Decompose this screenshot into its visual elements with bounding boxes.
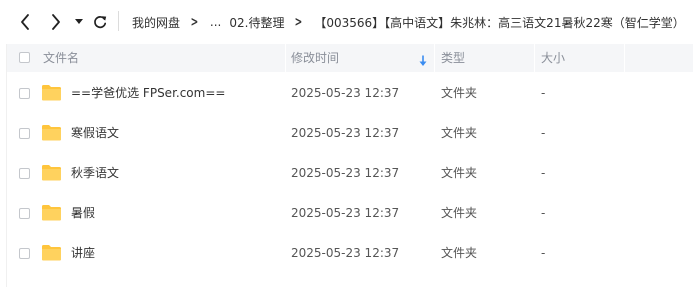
folder-icon (42, 245, 61, 261)
breadcrumb-separator: > (190, 14, 199, 30)
back-button[interactable] (14, 8, 36, 36)
table-row[interactable]: 秋季语文 2025-05-23 12:37 文件夹 - (6, 153, 693, 193)
row-checkbox[interactable] (19, 128, 30, 139)
modified-time: 2025-05-23 12:37 (291, 126, 400, 140)
breadcrumb-item-ellipsis[interactable]: ... (210, 15, 221, 29)
header-modified[interactable]: 修改时间 (291, 44, 339, 72)
column-divider[interactable] (285, 44, 286, 72)
row-checkbox[interactable] (19, 208, 30, 219)
folder-icon (42, 85, 61, 101)
file-type: 文件夹 (441, 206, 478, 220)
breadcrumb: 我的网盘 > ... 02.待整理 > 【003566】【高中语文】朱兆林：高三… (132, 9, 693, 35)
refresh-icon (94, 16, 107, 29)
file-name[interactable]: 讲座 (71, 233, 95, 273)
header-name[interactable]: 文件名 (43, 44, 79, 72)
breadcrumb-item-root[interactable]: 我的网盘 (132, 14, 180, 31)
panel-edge (6, 44, 7, 287)
sort-down-arrow-icon[interactable] (419, 52, 427, 71)
caret-down-icon (75, 19, 83, 24)
row-checkbox[interactable] (19, 88, 30, 99)
file-size: - (541, 246, 546, 260)
file-name[interactable]: ==学爸优选 FPSer.com== (71, 73, 225, 113)
file-type: 文件夹 (441, 86, 478, 100)
toolbar-divider (118, 11, 119, 31)
column-divider[interactable] (534, 44, 535, 72)
file-type: 文件夹 (441, 246, 478, 260)
history-dropdown-button[interactable] (72, 8, 86, 36)
file-size: - (541, 126, 546, 140)
column-divider[interactable] (624, 44, 625, 72)
row-checkbox[interactable] (19, 248, 30, 259)
modified-time: 2025-05-23 12:37 (291, 86, 400, 100)
file-type: 文件夹 (441, 166, 478, 180)
table-row[interactable]: ==学爸优选 FPSer.com== 2025-05-23 12:37 文件夹 … (6, 73, 693, 113)
file-size: - (541, 206, 546, 220)
breadcrumb-item-pending[interactable]: 02.待整理 (229, 14, 284, 31)
forward-button[interactable] (45, 8, 67, 36)
breadcrumb-separator: > (295, 14, 303, 30)
file-name[interactable]: 秋季语文 (71, 153, 119, 193)
file-list-header: 文件名 修改时间 类型 大小 (6, 44, 693, 72)
refresh-button[interactable] (90, 8, 110, 36)
column-divider[interactable] (434, 44, 435, 72)
folder-icon (42, 165, 61, 181)
file-name[interactable]: 寒假语文 (71, 113, 119, 153)
header-size[interactable]: 大小 (541, 44, 565, 72)
chevron-left-icon (21, 14, 29, 30)
breadcrumb-item-current[interactable]: 【003566】【高中语文】朱兆林：高三语文21暑秋22寒（智仁学堂） (314, 14, 684, 31)
table-row[interactable]: 讲座 2025-05-23 12:37 文件夹 - (6, 233, 693, 273)
modified-time: 2025-05-23 12:37 (291, 206, 400, 220)
folder-icon (42, 125, 61, 141)
chevron-right-icon (52, 14, 60, 30)
table-row[interactable]: 寒假语文 2025-05-23 12:37 文件夹 - (6, 113, 693, 153)
table-row[interactable]: 暑假 2025-05-23 12:37 文件夹 - (6, 193, 693, 233)
modified-time: 2025-05-23 12:37 (291, 246, 400, 260)
folder-icon (42, 205, 61, 221)
file-size: - (541, 166, 546, 180)
file-name[interactable]: 暑假 (71, 193, 95, 233)
file-type: 文件夹 (441, 126, 478, 140)
row-checkbox[interactable] (19, 168, 30, 179)
header-type[interactable]: 类型 (441, 44, 465, 72)
modified-time: 2025-05-23 12:37 (291, 166, 400, 180)
select-all-checkbox[interactable] (19, 52, 30, 63)
file-size: - (541, 86, 546, 100)
